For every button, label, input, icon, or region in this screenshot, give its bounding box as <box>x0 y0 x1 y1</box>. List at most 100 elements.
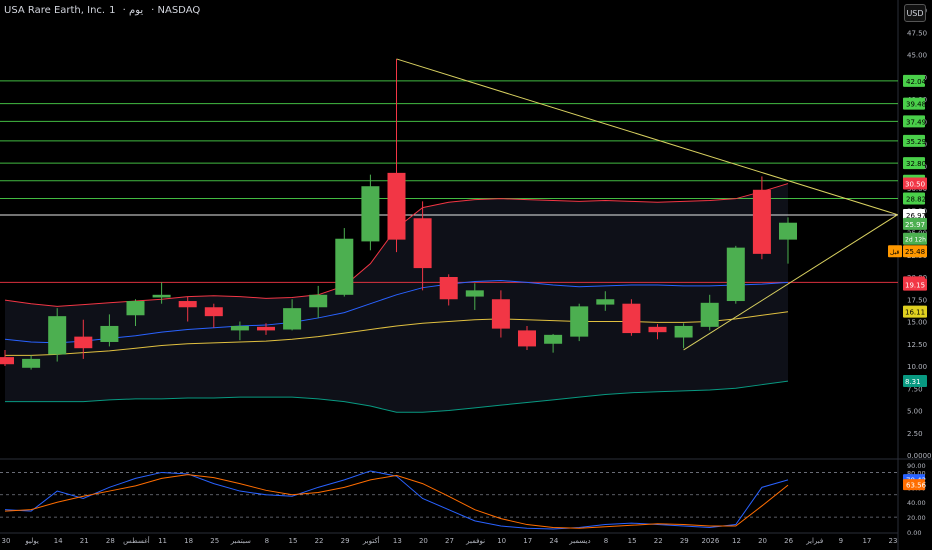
chart-canvas[interactable]: 50.0047.5045.0042.5040.0037.5035.0032.50… <box>0 0 932 550</box>
time-tick-label: أكتوبر <box>362 536 380 545</box>
candle-body <box>48 316 67 355</box>
candle-body <box>100 325 119 342</box>
price-tick-label: 17.50 <box>907 296 927 304</box>
time-tick-label: 22 <box>654 537 663 545</box>
candle-body <box>257 326 275 331</box>
candle-body <box>726 247 745 302</box>
time-tick-label: 15 <box>289 537 298 545</box>
time-tick-label: 20 <box>419 537 428 545</box>
price-tick-label: 12.50 <box>907 341 927 349</box>
chart-title: USA Rare Earth, Inc. يوم · 1 · NASDAQ <box>4 5 208 16</box>
time-tick-label: أغسطس <box>123 536 150 545</box>
time-tick-label: نوفمبر <box>465 537 485 545</box>
stochastic-tick-label: 0.00 <box>907 529 921 537</box>
exchange-label: · NASDAQ <box>151 5 201 16</box>
candle-body <box>126 301 145 316</box>
price-level-label: 32.80 <box>906 160 926 168</box>
stochastic-tick-label: 20.00 <box>907 514 926 522</box>
price-level-label: 28.82 <box>906 196 926 204</box>
candle-body <box>465 290 484 297</box>
time-tick-label: 26 <box>784 537 793 545</box>
time-tick-label: سبتمبر <box>230 537 251 545</box>
candle-body <box>596 299 615 305</box>
time-tick-label: 15 <box>628 537 637 545</box>
stochastic-badge-label: 63.56 <box>906 482 927 490</box>
time-tick-label: 30 <box>2 537 11 545</box>
time-tick-label: 12 <box>732 537 741 545</box>
time-tick-label: فبراير <box>805 537 823 545</box>
candle-body <box>283 308 302 330</box>
price-badge-label: 25.97 <box>905 221 925 229</box>
interval-label: يوم · 1 <box>109 5 144 16</box>
stochastic-tick-label: 40.00 <box>907 499 926 507</box>
candle-body <box>491 299 510 329</box>
time-tick-label: 17 <box>862 537 871 545</box>
time-tick-label: 10 <box>497 537 506 545</box>
candle-body <box>700 302 719 327</box>
candle-body <box>22 358 41 368</box>
candle-body <box>361 186 380 242</box>
time-tick-label: 2026 <box>701 537 719 545</box>
price-tick-label: 10.00 <box>907 363 927 371</box>
price-level-label: 37.49 <box>906 118 926 126</box>
price-badge-label: 25.48 <box>905 248 925 256</box>
candle-body <box>309 294 328 308</box>
price-badge-label: 19.15 <box>905 282 925 290</box>
price-badge-label: 2d 12h <box>905 237 926 244</box>
time-tick-label: 23 <box>889 537 898 545</box>
candle-body <box>74 336 93 349</box>
time-tick-label: 11 <box>158 537 167 545</box>
time-tick-label: 18 <box>184 537 193 545</box>
candle-body <box>178 301 197 308</box>
candle-body <box>622 303 641 334</box>
time-tick-label: 14 <box>54 537 63 545</box>
price-tick-label: 2.50 <box>907 430 923 438</box>
time-tick-label: 27 <box>445 537 454 545</box>
time-tick-label: 24 <box>549 537 558 545</box>
price-tick-label: 0.0000 <box>907 452 932 460</box>
price-badge-label: 16.11 <box>905 309 925 317</box>
time-tick-label: 8 <box>604 537 608 545</box>
candle-body <box>230 325 249 331</box>
time-tick-label: ديسمبر <box>568 537 590 545</box>
price-tick-label: 45.00 <box>907 52 927 60</box>
price-badge-label: 30.50 <box>905 181 925 189</box>
price-badge-label: 8.31 <box>905 378 921 386</box>
candle-body <box>544 334 563 344</box>
time-tick-label: 25 <box>210 537 219 545</box>
time-tick-label: 17 <box>523 537 532 545</box>
currency-button[interactable]: USD <box>904 4 926 22</box>
time-tick-label: يوليو <box>24 537 38 545</box>
candle-body <box>413 218 432 269</box>
time-tick-label: 29 <box>341 537 350 545</box>
candle-body <box>674 325 693 338</box>
candle-body <box>152 294 171 298</box>
badge-prefix-label: قبل <box>890 249 899 256</box>
time-tick-label: 22 <box>315 537 324 545</box>
stochastic-k-line <box>4 470 789 530</box>
time-tick-label: 8 <box>265 537 269 545</box>
time-tick-label: 20 <box>758 537 767 545</box>
candle-body <box>752 189 771 254</box>
candle-body <box>518 330 536 347</box>
candle-body <box>779 222 797 240</box>
time-tick-label: 9 <box>839 537 843 545</box>
price-tick-label: 5.00 <box>907 408 923 416</box>
time-tick-label: 29 <box>680 537 689 545</box>
price-level-label: 39.48 <box>906 101 926 109</box>
price-level-label: 42.04 <box>906 78 927 86</box>
candle-body <box>648 326 667 333</box>
time-tick-label: 28 <box>106 537 115 545</box>
price-level-label: 35.29 <box>906 138 926 146</box>
price-tick-label: 15.00 <box>907 319 927 327</box>
candle-body <box>204 307 223 317</box>
time-tick-label: 21 <box>80 537 89 545</box>
trendline-upper <box>396 58 898 216</box>
candle-body <box>570 306 589 337</box>
time-tick-label: 13 <box>393 537 402 545</box>
candle-body <box>335 238 354 295</box>
price-tick-label: 47.50 <box>907 29 927 37</box>
candle-body <box>0 357 14 365</box>
candle-body <box>387 172 406 240</box>
symbol-name: USA Rare Earth, Inc. <box>4 5 106 16</box>
